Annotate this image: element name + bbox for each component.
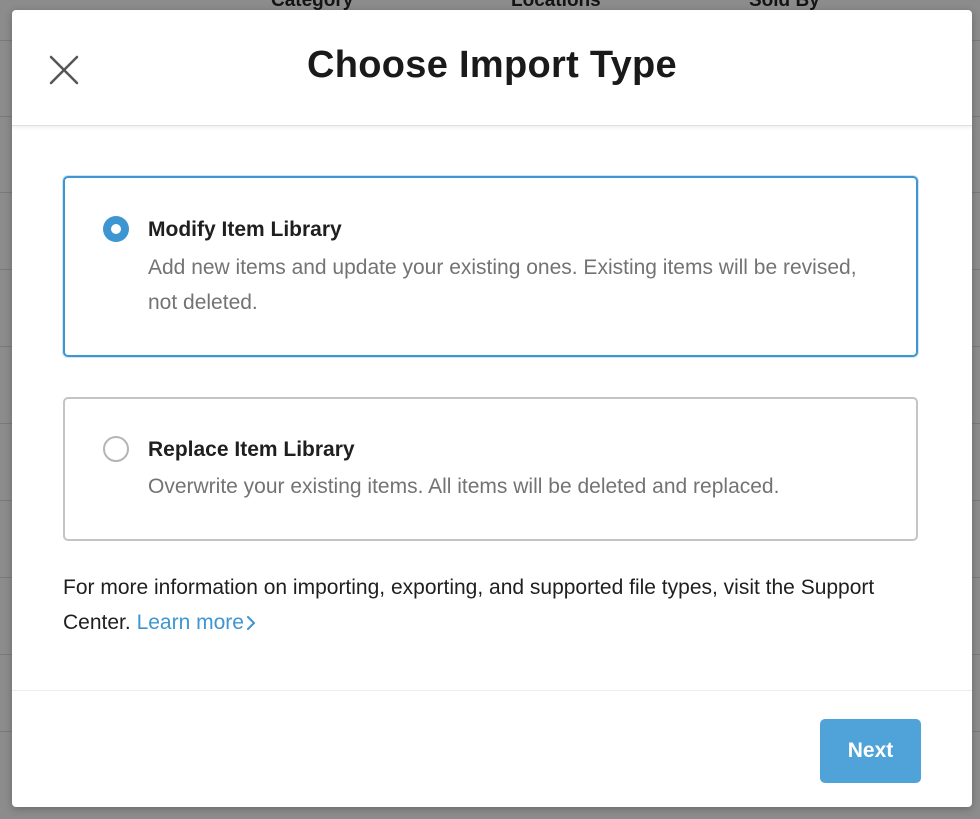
chevron-right-icon [246, 616, 255, 631]
option-description: Add new items and update your existing o… [148, 256, 857, 314]
dialog-header: Choose Import Type [12, 10, 972, 126]
option-title: Replace Item Library [148, 438, 355, 461]
option-modify-item-library[interactable]: Modify Item Library Add new items and up… [63, 176, 918, 357]
next-button[interactable]: Next [820, 719, 921, 783]
learn-more-link[interactable]: Learn more [137, 611, 256, 634]
import-type-dialog: Choose Import Type Modify Item Library A… [12, 10, 972, 807]
option-description: Overwrite your existing items. All items… [148, 475, 780, 498]
radio-dot [111, 224, 121, 234]
option-replace-item-library[interactable]: Replace Item Library Overwrite your exis… [63, 397, 918, 541]
dialog-title: Choose Import Type [307, 44, 677, 86]
support-info: For more information on importing, expor… [63, 570, 923, 640]
radio-unselected[interactable] [103, 436, 129, 462]
dialog-footer: Next [12, 690, 972, 807]
option-title: Modify Item Library [148, 218, 342, 241]
radio-selected[interactable] [103, 216, 129, 242]
learn-more-label: Learn more [136, 611, 244, 634]
